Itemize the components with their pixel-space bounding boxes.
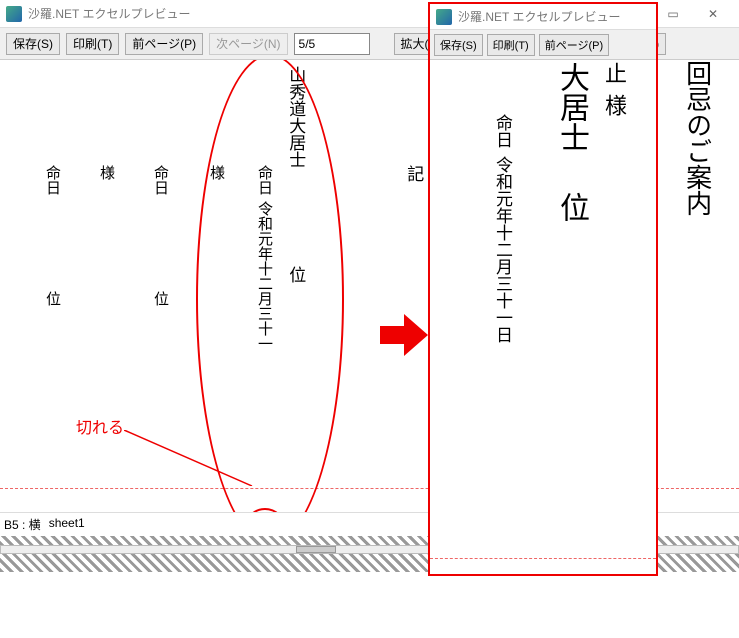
annotation-line: [124, 430, 256, 486]
scrollbar-thumb[interactable]: [296, 546, 336, 553]
sub-print-button[interactable]: 印刷(T): [487, 34, 535, 56]
sub-prev-page-button[interactable]: 前ページ(P): [539, 34, 609, 56]
sub-window: 沙羅.NET エクセルプレビュー 保存(S) 印刷(T) 前ページ(P) 大居士…: [428, 2, 658, 576]
cell-ref: B5 : 横: [4, 516, 41, 533]
col-meinichi-1: 命日位: [40, 165, 64, 306]
col-meinichi-2: 命日位: [148, 165, 172, 306]
annotation-label: 切れる: [76, 414, 124, 438]
save-button[interactable]: 保存(S): [6, 33, 60, 55]
sheet-tab[interactable]: sheet1: [49, 516, 85, 533]
sub-col-sm: 命日令和元年十二月三十一日: [490, 114, 515, 343]
sub-col-mid: 止様: [598, 62, 630, 116]
maximize-button[interactable]: ▭: [653, 3, 693, 25]
col-name-main: 山秀道大居士位: [282, 66, 309, 283]
col-ki: 記: [400, 165, 427, 182]
sub-titlebar: 沙羅.NET エクセルプレビュー: [430, 4, 656, 30]
sub-canvas: 大居士位 止様 命日令和元年十二月三十一日: [430, 60, 656, 574]
col-sama-1: 様: [94, 165, 118, 180]
sub-toolbar: 保存(S) 印刷(T) 前ページ(P): [430, 30, 656, 60]
sub-save-button[interactable]: 保存(S): [434, 34, 483, 56]
page-field[interactable]: 5/5: [294, 33, 370, 55]
app-icon: [436, 9, 452, 25]
next-page-button: 次ページ(N): [209, 33, 287, 55]
col-meinichi-3: 命日令和元年十二月三十一: [252, 165, 276, 351]
prev-page-button[interactable]: 前ページ(P): [125, 33, 203, 55]
print-button[interactable]: 印刷(T): [66, 33, 119, 55]
sub-window-title: 沙羅.NET エクセルプレビュー: [458, 8, 650, 25]
arrow-icon: [380, 314, 428, 356]
sub-page-boundary: [430, 558, 656, 559]
app-icon: [6, 6, 22, 22]
sub-col-big: 大居士位: [550, 62, 592, 222]
col-title-right: 回忌のご案内: [676, 60, 718, 216]
close-window-button[interactable]: ✕: [693, 3, 733, 25]
col-sama-2: 様: [204, 165, 228, 180]
